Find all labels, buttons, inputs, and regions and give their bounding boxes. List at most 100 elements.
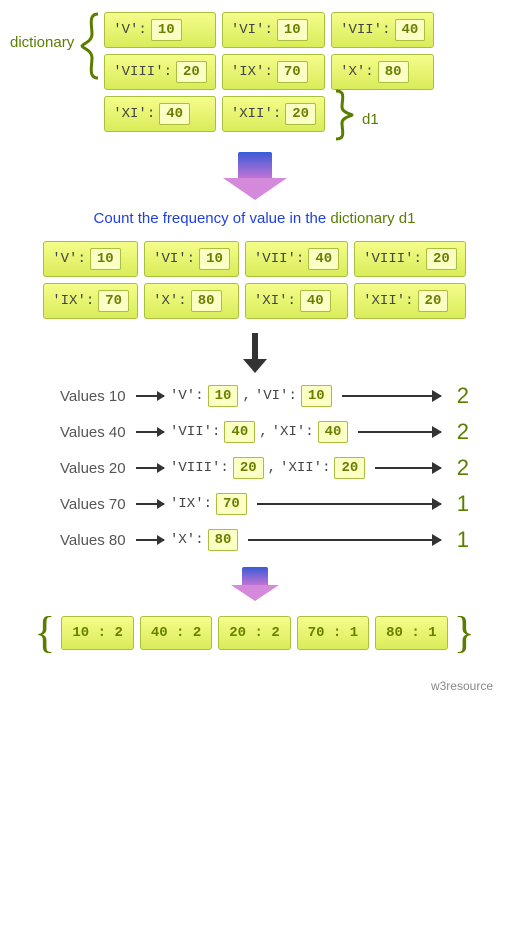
pair-value: 20 <box>334 457 365 479</box>
frequency-count: 2 <box>451 383 469 409</box>
dict-cell: 'VIII' : 20 <box>354 241 466 277</box>
result-cell: 70 : 1 <box>297 616 369 650</box>
frequency-pairs: 'VII' : 40,'XI' : 40 <box>170 421 348 443</box>
caption: Count the frequency of value in the dict… <box>10 210 499 227</box>
pair-value: 10 <box>301 385 332 407</box>
pair-value: 20 <box>233 457 264 479</box>
result-value: 1 <box>350 625 358 641</box>
dict-cell: 'IX' : 70 <box>43 283 138 319</box>
result-key: 80 <box>386 625 403 641</box>
dict-cell: 'VIII' : 20 <box>104 54 216 90</box>
result-cell: 40 : 2 <box>140 616 212 650</box>
dict-cell: 'XI' : 40 <box>104 96 216 132</box>
arrow-right-icon <box>136 395 164 397</box>
dict-key: 'IX' <box>52 293 86 309</box>
result-value: 2 <box>114 625 122 641</box>
dict-cell: 'VI' : 10 <box>222 12 325 48</box>
right-brace-icon <box>330 89 356 141</box>
dict-key: 'VIII' <box>363 251 413 267</box>
result-value: 1 <box>428 625 436 641</box>
dict-cell: 'V' : 10 <box>43 241 138 277</box>
frequency-pairs: 'VIII' : 20,'XII' : 20 <box>170 457 365 479</box>
frequency-pairs: 'IX' : 70 <box>170 493 247 515</box>
dict-cell: 'XII' : 20 <box>222 96 325 132</box>
footer-credit: w3resource <box>10 679 499 693</box>
result-value: 2 <box>271 625 279 641</box>
arrow-right-icon <box>136 539 164 541</box>
frequency-row: Values 80'X' : 801 <box>60 527 469 553</box>
dict-key: 'V' <box>52 251 77 267</box>
colon: : <box>178 293 186 309</box>
frequency-label: Values 10 <box>60 388 130 405</box>
arrow-down-gradient-small-icon <box>10 567 499 601</box>
dict-key: 'VI' <box>153 251 187 267</box>
dict-key: 'VIII' <box>113 64 163 80</box>
arrow-down-icon <box>243 333 267 373</box>
diagram-root: dictionary 'V' : 10'VI' : 10'VII' : 40'V… <box>10 12 499 693</box>
result-key: 70 <box>308 625 325 641</box>
colon: : <box>405 293 413 309</box>
dict-value: 10 <box>90 248 121 270</box>
result-key: 20 <box>229 625 246 641</box>
dict-key: 'XII' <box>231 106 273 122</box>
comma: , <box>242 388 250 404</box>
frequency-label: Values 70 <box>60 496 130 513</box>
frequency-label: Values 20 <box>60 460 130 477</box>
dict-key: 'X' <box>153 293 178 309</box>
dict-value: 70 <box>277 61 308 83</box>
dict-value: 40 <box>395 19 426 41</box>
dict-value: 80 <box>378 61 409 83</box>
left-brace-icon: { <box>34 611 55 655</box>
colon: : <box>382 22 390 38</box>
frequency-pairs: 'V' : 10,'VI' : 10 <box>170 385 332 407</box>
dict-key: 'V' <box>113 22 138 38</box>
colon: : <box>86 293 94 309</box>
colon: : <box>187 251 195 267</box>
arrow-right-icon <box>136 467 164 469</box>
colon: : <box>414 251 422 267</box>
dict-value: 10 <box>151 19 182 41</box>
pair-key: 'X' <box>170 532 195 548</box>
colon: : <box>365 64 373 80</box>
colon: : <box>147 106 155 122</box>
arrow-right-icon <box>136 431 164 433</box>
dict-cell: 'V' : 10 <box>104 12 216 48</box>
pair-value: 80 <box>208 529 239 551</box>
result-value: 2 <box>193 625 201 641</box>
dict-value: 40 <box>308 248 339 270</box>
result-cell: 80 : 1 <box>375 616 447 650</box>
frequency-section: Values 10'V' : 10,'VI' : 102Values 40'VI… <box>60 383 469 553</box>
frequency-row: Values 20'VIII' : 20,'XII' : 202 <box>60 455 469 481</box>
result-section: { 10 : 240 : 220 : 270 : 180 : 1 } <box>10 611 499 655</box>
arrow-right-long-icon <box>375 467 441 469</box>
dict-cell: 'IX' : 70 <box>222 54 325 90</box>
arrow-down-gradient-icon <box>10 152 499 200</box>
dictionary-grid: 'V' : 10'VI' : 10'VII' : 40'VIII' : 20'I… <box>104 12 434 132</box>
pair-value: 40 <box>318 421 349 443</box>
dict-key: 'VII' <box>340 22 382 38</box>
frequency-row: Values 40'VII' : 40,'XI' : 402 <box>60 419 469 445</box>
dict-value: 20 <box>176 61 207 83</box>
flat-dictionary-grid: 'V' : 10'VI' : 10'VII' : 40'VIII' : 20'I… <box>43 241 466 319</box>
pair-key: 'VI' <box>255 388 289 404</box>
top-dictionary-section: dictionary 'V' : 10'VI' : 10'VII' : 40'V… <box>10 12 499 132</box>
pair-value: 10 <box>208 385 239 407</box>
frequency-label: Values 40 <box>60 424 130 441</box>
dict-value: 20 <box>285 103 316 125</box>
dict-cell: 'XII' : 20 <box>354 283 466 319</box>
colon: : <box>296 251 304 267</box>
dict-value: 70 <box>98 290 129 312</box>
arrow-right-icon <box>136 503 164 505</box>
result-grid: 10 : 240 : 220 : 270 : 180 : 1 <box>61 616 447 650</box>
pair-value: 70 <box>216 493 247 515</box>
frequency-count: 1 <box>451 491 469 517</box>
colon: : <box>77 251 85 267</box>
result-key: 40 <box>151 625 168 641</box>
frequency-row: Values 10'V' : 10,'VI' : 102 <box>60 383 469 409</box>
dict-cell: 'VII' : 40 <box>331 12 434 48</box>
dict-value: 20 <box>426 248 457 270</box>
flat-dictionary-section: 'V' : 10'VI' : 10'VII' : 40'VIII' : 20'I… <box>43 241 466 319</box>
dict-key: 'XII' <box>363 293 405 309</box>
frequency-count: 1 <box>451 527 469 553</box>
right-brace-icon: } <box>454 611 475 655</box>
